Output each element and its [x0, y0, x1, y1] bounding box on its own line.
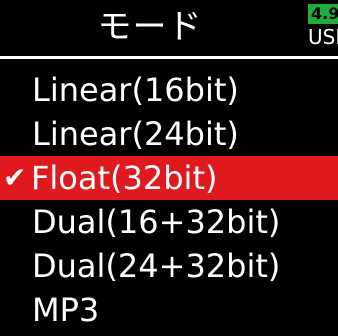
menu-item-linear-16bit[interactable]: Linear(16bit) — [0, 68, 338, 112]
menu-item-float-32bit[interactable]: ✔ Float(32bit) — [0, 156, 338, 200]
menu-item-label: Dual(16+32bit) — [32, 203, 281, 241]
menu-item-label: MP3 — [32, 291, 100, 329]
menu-item-dual-16-32bit[interactable]: Dual(16+32bit) — [0, 200, 338, 244]
mode-menu: Linear(16bit) Linear(24bit) ✔ Float(32bit… — [0, 68, 338, 332]
menu-item-label: Float(32bit) — [31, 159, 218, 197]
screen-header: モード 4.9 USB — [0, 0, 338, 52]
menu-item-mp3[interactable]: MP3 — [0, 288, 338, 332]
menu-item-linear-24bit[interactable]: Linear(24bit) — [0, 112, 338, 156]
battery-level-badge: 4.9 — [308, 4, 338, 24]
header-divider — [0, 56, 338, 59]
page-title: モード — [97, 7, 203, 47]
menu-item-label: Dual(24+32bit) — [32, 247, 281, 285]
power-source-label: USB — [308, 25, 338, 49]
checkmark-icon: ✔ — [3, 161, 27, 194]
menu-item-dual-24-32bit[interactable]: Dual(24+32bit) — [0, 244, 338, 288]
menu-item-label: Linear(16bit) — [32, 71, 239, 109]
power-indicator: 4.9 USB — [306, 4, 338, 52]
menu-item-label: Linear(24bit) — [32, 115, 239, 153]
